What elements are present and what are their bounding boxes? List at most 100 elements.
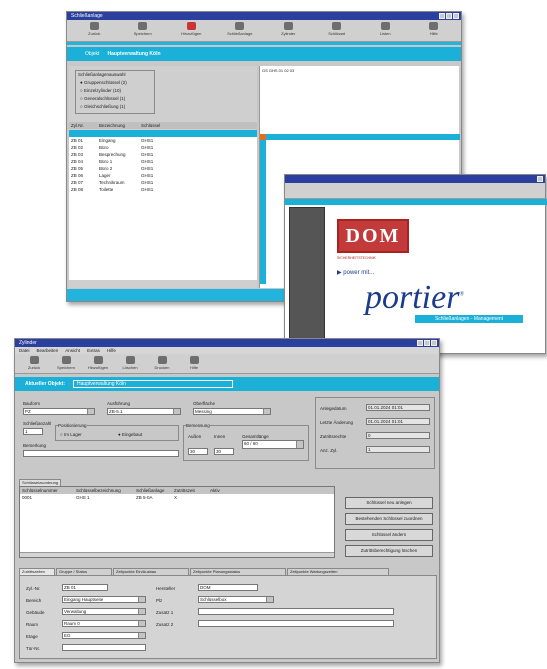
bemerkung-input[interactable] — [23, 450, 179, 457]
innen-label: Innen — [214, 434, 226, 439]
modified-date: 01.01.2024 01:01 — [366, 418, 430, 425]
menu-view[interactable]: Ansicht — [65, 347, 80, 354]
oberflaeche-label: Oberfläche — [193, 401, 216, 406]
filter-title: Schließanlagenauswahl — [78, 72, 126, 77]
delete-button[interactable]: Löschen — [115, 356, 145, 371]
gesamt-select[interactable]: 60 / 60 — [242, 440, 304, 449]
zusatz1-input[interactable] — [198, 608, 394, 615]
key-icon — [332, 22, 342, 30]
table-row[interactable]: ZB 06 Lager GHS1 — [69, 172, 257, 179]
tuer-nr-input[interactable] — [62, 644, 146, 651]
menu-extras[interactable]: Extras — [87, 347, 100, 354]
print-button[interactable]: Drucken — [147, 356, 177, 371]
table-row[interactable]: ZB 05 Büro 2 GHS1 — [69, 165, 257, 172]
table-row-selected[interactable] — [69, 130, 257, 137]
back-button[interactable]: Zurück — [19, 356, 49, 371]
help-icon — [429, 22, 439, 30]
table-row[interactable]: ZB 01 Eingang GHS1 — [69, 137, 257, 144]
zusatz2-input[interactable] — [198, 620, 394, 627]
col-cyl[interactable]: Zyl.Nr. — [69, 122, 99, 129]
tab-access-times[interactable]: Zutrittszeiten — [19, 568, 55, 575]
back-button[interactable]: Zurück — [79, 22, 109, 39]
tab-maintenance[interactable]: Zeitpunkte Wartungszeiten — [287, 568, 389, 575]
splash-accent — [285, 199, 547, 205]
col-name[interactable]: Bezeichnung — [99, 122, 141, 129]
table-row[interactable]: ZB 03 Besprechung GHS1 — [69, 151, 257, 158]
cyl-nr-input[interactable]: ZB 01 — [62, 584, 108, 591]
innen-input[interactable]: 30 — [214, 448, 234, 455]
schliessanzahl-input[interactable]: 1 — [23, 428, 43, 435]
gebaeude-select[interactable]: Verwaltung — [62, 608, 146, 615]
menu-edit[interactable]: Bearbeiten — [37, 347, 59, 354]
assign-key-button[interactable]: Bestehenden Schlüssel zuordnen — [345, 513, 433, 525]
tab-install[interactable]: Zeitpunkte Ein/Ausbau — [113, 568, 189, 575]
cylinder-icon — [283, 22, 293, 30]
menu-file[interactable]: Datei — [19, 347, 30, 354]
aussen-input[interactable]: 30 — [188, 448, 208, 455]
bereich-select[interactable]: Eingang Hauptseite — [62, 596, 146, 603]
tab-planning[interactable]: Zeitpunkte Planungsstatus — [190, 568, 286, 575]
bauform-select[interactable]: PZ — [23, 408, 95, 415]
zylinder-window: Zylinder Datei Bearbeiten Ansicht Extras… — [14, 338, 440, 663]
new-key-button[interactable]: Schlüssel neu anlegen — [345, 497, 433, 509]
back-icon — [29, 356, 39, 364]
filter-option-3[interactable]: ○ Generalschlüssel (1) — [80, 96, 125, 101]
close-icon[interactable] — [537, 176, 543, 182]
filter-option-1[interactable]: ● Gruppenschlüssel (2) — [80, 80, 127, 85]
lock-system-button[interactable]: Schließanlage — [225, 22, 255, 39]
detail-panel: Zyl.-Nr. ZB 01 Bereich Eingang Hauptseit… — [19, 575, 437, 659]
oberflaeche-select[interactable]: Messing — [193, 408, 271, 415]
etage-select[interactable]: EG — [62, 632, 146, 639]
tab-group-status[interactable]: Gruppe / Status — [56, 568, 112, 575]
access-rights: 0 — [366, 432, 430, 439]
help-button[interactable]: Hilfe — [419, 22, 449, 39]
aussen-label: Außen — [188, 434, 202, 439]
close-icon[interactable] — [453, 13, 459, 19]
plz-select[interactable]: Schlüsselbox — [198, 596, 274, 603]
add-button[interactable]: Hinzufügen — [83, 356, 113, 371]
save-button[interactable]: Speichern — [51, 356, 81, 371]
key-list: Schlüsselnummer Schlüsselbezeichnung Sch… — [19, 486, 335, 558]
list-header: Schlüsselnummer Schlüsselbezeichnung Sch… — [20, 487, 334, 494]
table-row[interactable]: ZB 02 Büro GHS1 — [69, 144, 257, 151]
list-item[interactable]: 0001 GHS 1 ZB 5-0A X — [20, 494, 334, 501]
maximize-icon[interactable] — [424, 340, 430, 346]
window-title: Schließanlage — [71, 13, 103, 19]
delete-access-button[interactable]: Zutrittsberechtigung löschen — [345, 545, 433, 557]
minimize-icon[interactable] — [417, 340, 423, 346]
radio-eingebaut[interactable]: ● Eingebaut — [118, 432, 142, 437]
save-button[interactable]: Speichern — [128, 22, 158, 39]
filter-option-4[interactable]: ○ Gleichschließung (1) — [80, 104, 125, 109]
filter-option-2[interactable]: ○ Einzelzylinder (10) — [80, 88, 121, 93]
col-key[interactable]: Schlüssel — [141, 122, 181, 129]
cylinder-button[interactable]: Zylinder — [273, 22, 303, 39]
tab-key-assignment[interactable]: Schlüsselzuordnung — [19, 479, 62, 486]
table-row[interactable]: ZB 04 Büro 1 GHS1 — [69, 158, 257, 165]
radio-lager[interactable]: ○ Im Lager — [60, 432, 82, 437]
help-button[interactable]: Hilfe — [179, 356, 209, 371]
maximize-icon[interactable] — [446, 13, 452, 19]
ausfuehrung-select[interactable]: ZB-5.1 — [107, 408, 181, 415]
menu-help[interactable]: Hilfe — [107, 347, 116, 354]
lists-button[interactable]: Listen — [370, 22, 400, 39]
close-icon[interactable] — [431, 340, 437, 346]
horizontal-scrollbar[interactable] — [20, 552, 334, 557]
edit-key-button[interactable]: Schlüssel ändern — [345, 529, 433, 541]
window-controls[interactable] — [439, 13, 459, 19]
back-icon — [89, 22, 99, 30]
raum-select[interactable]: Raum 0 — [62, 620, 146, 627]
position-group: Positionierung ○ Im Lager ● Eingebaut — [55, 423, 179, 441]
key-button[interactable]: Schlüssel — [322, 22, 352, 39]
list-icon — [380, 22, 390, 30]
schliessanzahl-label: Schließanzahl — [23, 421, 52, 426]
table-row[interactable]: ZB 07 Technikraum GHS1 — [69, 179, 257, 186]
table-header: Zyl.Nr. Bezeichnung Schlüssel — [69, 122, 257, 129]
play-icon: ▶ — [337, 270, 342, 276]
table-row[interactable]: ZB 08 Toilette GHS1 — [69, 186, 257, 193]
minimize-icon[interactable] — [439, 13, 445, 19]
gesamt-label: Gesamtlänge — [242, 434, 269, 439]
object-label: Aktueller Objekt: — [25, 381, 66, 387]
hersteller-input[interactable]: DOM — [198, 584, 258, 591]
splash-toolbar — [285, 183, 545, 199]
add-button[interactable]: Hinzufügen — [176, 22, 206, 39]
